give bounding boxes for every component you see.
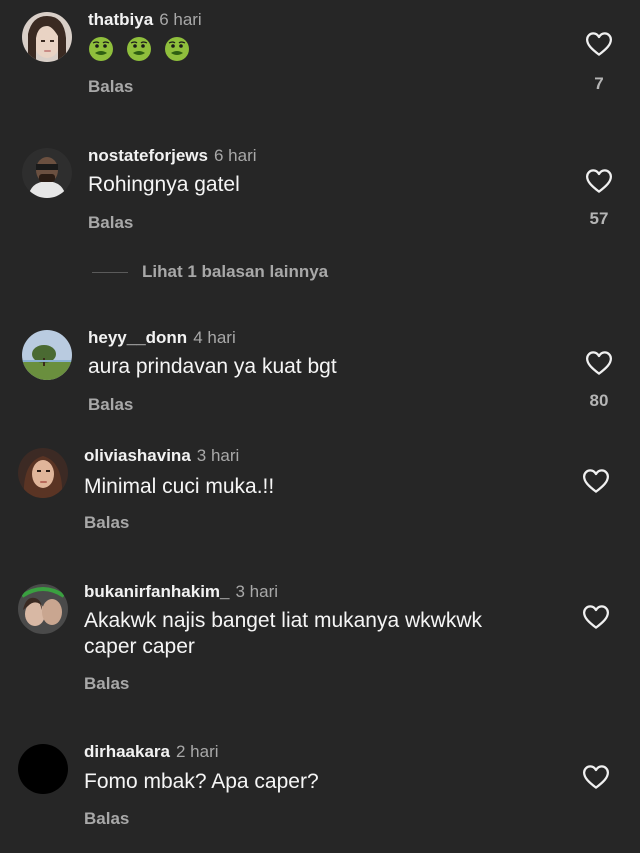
- avatar[interactable]: [22, 148, 72, 198]
- heart-outline-icon[interactable]: [584, 166, 614, 196]
- comment-text-line: caper caper: [84, 635, 195, 658]
- view-more-replies-button[interactable]: Lihat 1 balasan lainnya: [92, 262, 328, 282]
- reply-button[interactable]: Balas: [84, 809, 129, 829]
- nauseated-face-emoji: [164, 36, 190, 62]
- comment-username[interactable]: oliviashavina: [84, 446, 191, 465]
- comment-username[interactable]: thatbiya: [88, 10, 153, 29]
- avatar[interactable]: [22, 12, 72, 62]
- avatar[interactable]: [18, 584, 68, 634]
- view-more-replies-label: Lihat 1 balasan lainnya: [142, 262, 329, 281]
- comment-text: Akakwk najis banget liat mukanya wkwkwk …: [84, 608, 482, 660]
- comment-time: 6 hari: [213, 146, 257, 165]
- reply-button[interactable]: Balas: [88, 213, 133, 233]
- comment-time: 6 hari: [159, 10, 202, 29]
- reply-button[interactable]: Balas: [88, 395, 133, 415]
- comment-time: 3 hari: [196, 446, 240, 465]
- comment-text: Fomo mbak? Apa caper?: [84, 770, 319, 793]
- nauseated-face-emoji: [126, 36, 152, 62]
- comment-text: aura prindavan ya kuat bgt: [88, 355, 337, 378]
- comment-time: 3 hari: [235, 582, 279, 601]
- comment-username[interactable]: bukanirfanhakim_: [84, 582, 230, 601]
- heart-outline-icon[interactable]: [581, 466, 611, 496]
- divider-line: [92, 271, 128, 273]
- reply-button[interactable]: Balas: [84, 513, 129, 533]
- comment-username[interactable]: dirhaakara: [84, 742, 170, 761]
- like-count: 57: [589, 209, 609, 228]
- avatar[interactable]: [22, 330, 72, 380]
- comment-text: Rohingnya gatel: [88, 173, 240, 196]
- reply-button[interactable]: Balas: [84, 674, 129, 694]
- comment-time: 4 hari: [193, 328, 236, 347]
- heart-outline-icon[interactable]: [584, 29, 614, 59]
- nauseated-face-emoji: [88, 36, 114, 62]
- comment-text: Minimal cuci muka.!!: [84, 475, 275, 498]
- avatar[interactable]: [18, 448, 68, 498]
- comment-text-line: Akakwk najis banget liat mukanya wkwkwk: [84, 609, 482, 632]
- comment-username[interactable]: heyy__donn: [88, 328, 187, 347]
- comment-list: thatbiya 6 hari Balas 7 nostateforjews 6…: [0, 0, 640, 853]
- comment-time: 2 hari: [176, 742, 219, 761]
- reply-button[interactable]: Balas: [88, 77, 133, 97]
- comment-emojis: [88, 36, 202, 69]
- comment-username[interactable]: nostateforjews: [88, 146, 208, 165]
- heart-outline-icon[interactable]: [584, 348, 614, 378]
- like-count: 7: [594, 74, 604, 93]
- like-count: 80: [589, 391, 609, 410]
- avatar[interactable]: [18, 744, 68, 794]
- heart-outline-icon[interactable]: [581, 762, 611, 792]
- heart-outline-icon[interactable]: [581, 602, 611, 632]
